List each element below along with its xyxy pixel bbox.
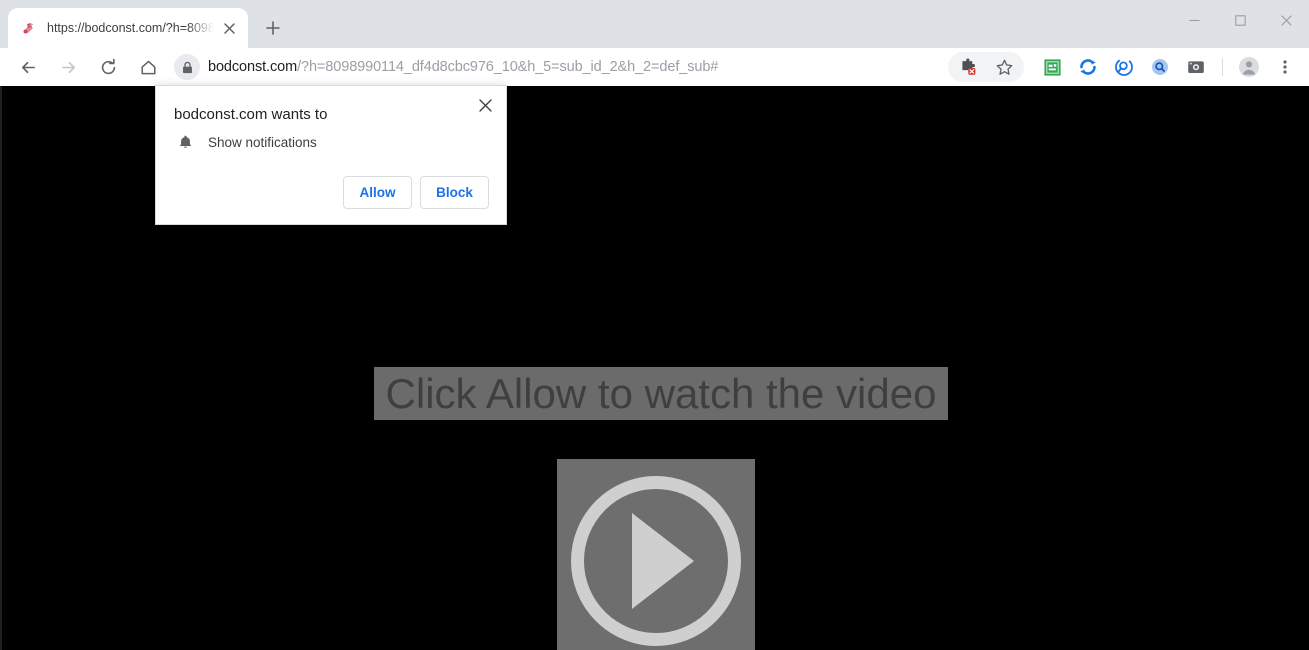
- reload-icon: [101, 58, 115, 74]
- home-icon: [140, 60, 156, 74]
- arrow-right-icon: [61, 61, 75, 73]
- reload-button[interactable]: [92, 51, 124, 83]
- close-window-button[interactable]: [1263, 0, 1309, 40]
- extensions-pill: [948, 52, 1024, 82]
- play-button[interactable]: [557, 459, 755, 650]
- bookmark-button[interactable]: [989, 52, 1019, 82]
- block-button[interactable]: Block: [420, 176, 489, 209]
- profile-button[interactable]: [1234, 52, 1264, 82]
- address-bar[interactable]: bodconst.com/?h=8098990114_df4d8cbc976_1…: [174, 52, 944, 82]
- url-text[interactable]: bodconst.com/?h=8098990114_df4d8cbc976_1…: [208, 59, 718, 75]
- play-icon: [571, 475, 741, 646]
- home-button[interactable]: [132, 51, 164, 83]
- permission-label: Show notifications: [208, 134, 317, 150]
- lock-icon[interactable]: [174, 54, 200, 80]
- tab-close-icon[interactable]: [218, 17, 240, 39]
- ext-search-icon[interactable]: [1145, 52, 1175, 82]
- star-icon: [996, 59, 1012, 75]
- browser-window: https://bodconst.com/?h=80989 bodconst.c…: [0, 0, 1309, 650]
- ext-sync-icon[interactable]: [1073, 52, 1103, 82]
- puzzle-piece-icon: [961, 57, 975, 75]
- extensions-button[interactable]: [953, 52, 983, 82]
- maximize-button[interactable]: [1217, 0, 1263, 40]
- minimize-icon: [1189, 19, 1199, 21]
- ext-screenshot-icon[interactable]: [1181, 52, 1211, 82]
- close-icon: [1280, 14, 1292, 26]
- browser-tab[interactable]: https://bodconst.com/?h=80989: [8, 8, 248, 48]
- url-path: /?h=8098990114_df4d8cbc976_10&h_5=sub_id…: [297, 59, 719, 75]
- call-to-action-text: Click Allow to watch the video: [385, 369, 937, 417]
- dialog-actions: Allow Block: [343, 176, 489, 209]
- arrow-left-icon: [21, 61, 35, 73]
- ext-magnifier-icon[interactable]: [1109, 52, 1139, 82]
- three-dots-icon: [1283, 60, 1287, 74]
- allow-button[interactable]: Allow: [343, 176, 412, 209]
- dialog-title: bodconst.com wants to: [174, 106, 328, 123]
- avatar-icon: [1239, 57, 1259, 77]
- play-triangle: [632, 512, 694, 609]
- back-button[interactable]: [12, 51, 44, 83]
- permission-row: Show notifications: [174, 134, 317, 150]
- maximize-icon: [1234, 14, 1246, 26]
- tab-strip: https://bodconst.com/?h=80989: [0, 0, 1309, 48]
- toolbar-divider: [1222, 58, 1223, 76]
- minimize-button[interactable]: [1171, 0, 1217, 40]
- browser-toolbar: bodconst.com/?h=8098990114_df4d8cbc976_1…: [0, 48, 1309, 86]
- site-favicon: [20, 20, 37, 37]
- plus-icon: [266, 21, 280, 35]
- forward-button: [52, 51, 84, 83]
- close-icon: [478, 98, 492, 112]
- new-tab-button[interactable]: [258, 13, 288, 43]
- url-host: bodconst.com: [208, 59, 298, 75]
- ext-green-icon[interactable]: [1037, 52, 1067, 82]
- window-controls: [1171, 0, 1309, 40]
- chrome-menu-button[interactable]: [1270, 52, 1300, 82]
- dialog-close-button[interactable]: [472, 92, 498, 118]
- call-to-action-banner: Click Allow to watch the video: [374, 367, 948, 420]
- tab-title: https://bodconst.com/?h=80989: [47, 21, 214, 35]
- toolbar-icons: [948, 52, 1303, 82]
- bell-icon: [174, 134, 196, 150]
- notification-permission-dialog: bodconst.com wants to Show notifications…: [155, 85, 507, 225]
